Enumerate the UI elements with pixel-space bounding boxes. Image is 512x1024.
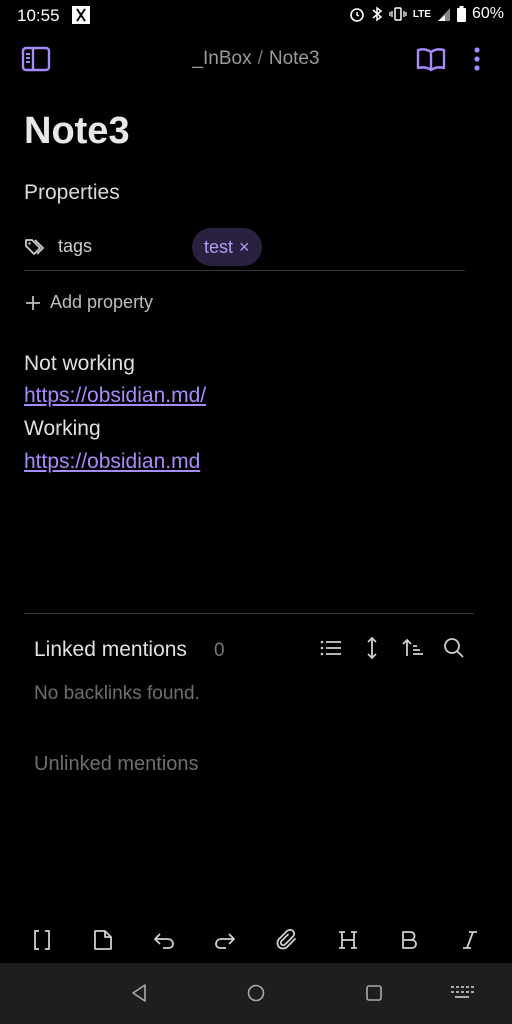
alarm-icon: [349, 6, 365, 22]
undo-icon[interactable]: [141, 920, 187, 960]
body-line: Not working: [24, 352, 135, 375]
breadcrumb-note[interactable]: Note3: [269, 48, 320, 69]
properties-heading[interactable]: Properties: [24, 181, 120, 205]
backlinks-tools: [320, 636, 465, 660]
file-icon[interactable]: [80, 920, 126, 960]
redo-icon[interactable]: [202, 920, 248, 960]
back-icon[interactable]: [127, 981, 151, 1005]
home-icon[interactable]: [244, 981, 268, 1005]
search-icon[interactable]: [443, 636, 465, 660]
book-open-icon: [416, 48, 446, 72]
property-key[interactable]: tags: [58, 236, 92, 257]
list-icon[interactable]: [320, 636, 342, 660]
expand-collapse-icon[interactable]: [361, 636, 383, 660]
recents-icon[interactable]: [362, 981, 386, 1005]
status-time: 10:55: [17, 6, 60, 25]
italic-icon[interactable]: [447, 920, 493, 960]
notification-icon: [72, 6, 90, 24]
linked-mentions-count: 0: [214, 640, 225, 661]
system-navigation-bar: [0, 963, 512, 1024]
tags-icon[interactable]: [24, 237, 48, 257]
add-property-button[interactable]: Add property: [24, 292, 153, 313]
plus-icon: [26, 295, 40, 310]
tag-pill[interactable]: test ×: [192, 228, 262, 266]
sort-icon[interactable]: [402, 636, 424, 660]
note-title[interactable]: Note3: [24, 110, 130, 153]
body-link[interactable]: https://obsidian.md/: [24, 384, 206, 408]
body-line: Working: [24, 417, 101, 440]
add-property-label: Add property: [50, 292, 154, 312]
linked-mentions-title[interactable]: Linked mentions: [34, 638, 187, 662]
signal-icon: [437, 6, 451, 22]
editor-toolbar: [0, 920, 512, 960]
battery-icon: [456, 6, 466, 22]
backlinks-divider: [24, 613, 474, 614]
more-options-button[interactable]: [460, 42, 494, 76]
no-backlinks-message: No backlinks found.: [34, 683, 200, 704]
property-row-tags: tags test ×: [24, 226, 465, 271]
more-vertical-icon: [474, 47, 480, 71]
heading-icon[interactable]: [325, 920, 371, 960]
vibrate-icon: [389, 6, 407, 22]
link-brackets-icon[interactable]: [19, 920, 65, 960]
body-link[interactable]: https://obsidian.md: [24, 450, 200, 474]
battery-percent: 60%: [471, 5, 504, 22]
bluetooth-icon: [371, 6, 383, 22]
network-type: LTE: [412, 8, 431, 20]
unlinked-mentions-title[interactable]: Unlinked mentions: [34, 753, 199, 776]
reading-view-button[interactable]: [414, 42, 448, 76]
bold-icon[interactable]: [386, 920, 432, 960]
status-indicators: LTE 60%: [349, 5, 504, 23]
tag-label: test: [204, 236, 234, 257]
remove-tag-icon[interactable]: ×: [239, 237, 250, 258]
breadcrumb-separator: /: [257, 48, 263, 69]
breadcrumb-folder[interactable]: _InBox: [192, 48, 251, 69]
keyboard-icon[interactable]: [448, 981, 476, 1005]
attachment-icon[interactable]: [264, 920, 310, 960]
